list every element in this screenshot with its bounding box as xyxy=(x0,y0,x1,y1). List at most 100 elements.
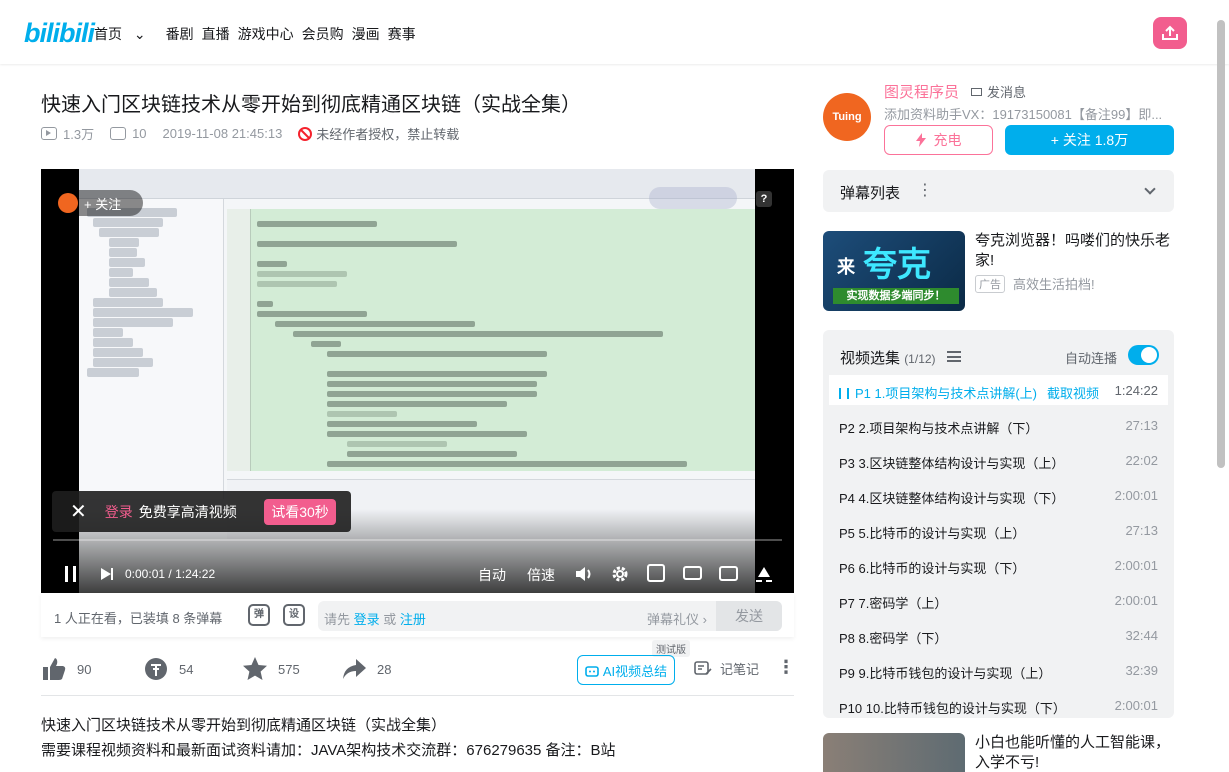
danmaku-list-label: 弹幕列表 xyxy=(840,185,901,202)
ad-tag: 广告 xyxy=(975,275,1005,293)
picture-in-picture-icon[interactable] xyxy=(647,564,665,582)
player-follow-button[interactable]: + 关注 xyxy=(55,190,143,216)
charge-button[interactable]: 充电 xyxy=(884,125,993,155)
send-danmaku-button[interactable]: 发送 xyxy=(716,601,782,631)
episode-item[interactable]: P3 3.区块链整体结构设计与实现（上） 22:02 xyxy=(829,445,1168,475)
nav-game-center[interactable]: 游戏中心 xyxy=(238,24,294,44)
episode-item[interactable]: P5 5.比特币的设计与实现（上） 27:13 xyxy=(829,515,1168,545)
ad-title[interactable]: 夸克浏览器！吗喽们的快乐老家! xyxy=(975,231,1174,271)
time-display: 0:00:01 / 1:24:22 xyxy=(125,567,216,581)
coin-button[interactable]: 54 xyxy=(143,656,193,682)
recommend-thumbnail[interactable] xyxy=(823,733,965,772)
follow-button[interactable]: + 关注 1.8万 xyxy=(1005,125,1174,155)
favorite-button[interactable]: 575 xyxy=(242,656,300,682)
danmaku-list-menu-icon[interactable]: ⋮ xyxy=(917,180,933,200)
episode-item[interactable]: P6 6.比特币的设计与实现（下） 2:00:01 xyxy=(829,550,1168,580)
view-count: 1.3万 xyxy=(63,127,95,142)
close-icon[interactable]: ✕ xyxy=(70,499,87,524)
list-view-icon[interactable] xyxy=(947,351,961,362)
thumbs-up-icon xyxy=(43,658,66,680)
danmaku-register-link[interactable]: 注册 xyxy=(400,612,426,627)
nav-manga[interactable]: 漫画 xyxy=(352,24,380,44)
playing-indicator-icon xyxy=(839,388,849,399)
trial-30s-button[interactable]: 试看30秒 xyxy=(264,499,336,525)
uploader-mini-avatar xyxy=(58,193,78,213)
viewer-info: 1 人正在看，已装填 8 条弹幕 xyxy=(54,611,223,626)
danmaku-count: 10 xyxy=(132,126,147,141)
ai-summary-button[interactable]: AI视频总结 xyxy=(577,655,675,685)
danmaku-login-link[interactable]: 登录 xyxy=(354,612,380,627)
danmaku-input[interactable]: 请先 登录 或 注册 弹幕礼仪 › 发送 xyxy=(318,601,782,631)
volume-icon[interactable] xyxy=(575,566,593,582)
nav-mall[interactable]: 会员购 xyxy=(302,24,344,44)
autoplay-label: 自动连播 xyxy=(1065,351,1118,366)
ad-thumbnail[interactable]: 来 夸克 实现数据多端同步！ xyxy=(823,231,965,311)
recommend-title[interactable]: 小白也能听懂的人工智能课，入学不亏! xyxy=(975,733,1174,772)
star-icon xyxy=(243,657,267,680)
no-repost-icon xyxy=(298,126,313,141)
quality-button[interactable]: 自动 xyxy=(478,565,506,585)
episode-item[interactable]: P2 2.项目架构与技术点讲解（下） 27:13 xyxy=(829,410,1168,440)
more-options-icon[interactable]: ⋮ xyxy=(777,657,795,678)
widescreen-icon[interactable] xyxy=(683,566,702,580)
robot-icon xyxy=(585,665,599,677)
episode-item[interactable]: P8 8.密码学（下） 32:44 xyxy=(829,620,1168,650)
chevron-down-icon[interactable] xyxy=(1144,183,1156,195)
episode-item-active[interactable]: P1 1.项目架构与技术点讲解(上) 截取视频 1:24:22 xyxy=(829,375,1168,405)
settings-gear-icon[interactable] xyxy=(611,565,629,583)
note-icon xyxy=(694,661,712,675)
coin-count: 54 xyxy=(179,661,194,677)
description-line-1: 快速入门区块链技术从零开始到彻底精通区块链（实战全集） xyxy=(41,717,447,734)
autoplay-toggle[interactable] xyxy=(1128,345,1159,365)
page-scrollbar[interactable] xyxy=(1217,20,1225,468)
like-count: 90 xyxy=(77,661,92,677)
episode-item[interactable]: P4 4.区块链整体结构设计与实现（下） 2:00:01 xyxy=(829,480,1168,510)
nav-anime[interactable]: 番剧 xyxy=(166,24,194,44)
pause-icon[interactable] xyxy=(65,566,77,582)
uploader-name[interactable]: 图灵程序员 xyxy=(884,81,959,102)
progress-bar[interactable] xyxy=(53,539,782,541)
login-tip-bar: ✕ 登录 免费享高清视频 试看30秒 xyxy=(52,491,351,532)
video-player[interactable]: + 关注 ? 0:00:01 / 1:24:22 自动 倍速 ✕ 登录 免费享高… xyxy=(41,169,794,593)
episode-item[interactable]: P7 7.密码学（上） 2:00:01 xyxy=(829,585,1168,615)
web-fullscreen-icon[interactable] xyxy=(719,566,738,581)
ad-subtitle: 高效生活拍档! xyxy=(1013,277,1095,292)
episode-item[interactable]: P10 10.比特币钱包的设计与实现（下） 2:00:01 xyxy=(829,690,1168,718)
top-header: bilibili 首页 ⌄ 番剧 直播 游戏中心 会员购 漫画 赛事 xyxy=(0,0,1229,64)
clip-video-link[interactable]: 截取视频 xyxy=(1047,386,1099,401)
danmaku-toggle-icon[interactable]: 弹 xyxy=(248,604,270,626)
login-link[interactable]: 登录 xyxy=(105,502,133,522)
episode-item[interactable]: P9 9.比特币钱包的设计与实现（上） 32:39 xyxy=(829,655,1168,685)
speed-button[interactable]: 倍速 xyxy=(527,565,555,585)
upload-button[interactable] xyxy=(1153,17,1187,49)
note-button[interactable]: 记笔记 xyxy=(694,659,759,678)
uploader-avatar[interactable]: Tuing xyxy=(823,93,871,141)
danmaku-settings-icon[interactable]: 设 xyxy=(283,604,305,626)
upload-icon xyxy=(1162,25,1178,40)
video-meta: 1.3万 10 2019-11-08 21:45:13 未经作者授权，禁止转载 xyxy=(41,124,475,143)
nav-home[interactable]: 首页 ⌄ xyxy=(94,24,146,44)
envelope-icon xyxy=(971,87,982,96)
episode-list: 视频选集 (1/12) 自动连播 P1 1.项目架构与技术点讲解(上) 截取视频 … xyxy=(823,330,1174,718)
nav-live[interactable]: 直播 xyxy=(202,24,230,44)
coin-icon xyxy=(145,658,167,680)
fullscreen-icon[interactable] xyxy=(754,565,774,583)
send-message-link[interactable]: 发消息 xyxy=(971,82,1026,101)
danmaku-etiquette-link[interactable]: 弹幕礼仪 › xyxy=(647,609,707,628)
share-button[interactable]: 28 xyxy=(341,656,391,682)
top-nav: 首页 ⌄ 番剧 直播 游戏中心 会员购 漫画 赛事 xyxy=(94,24,424,44)
lightning-icon xyxy=(915,133,926,147)
action-toolbar: 90 54 575 28 测试版 AI视频总结 记笔记 ⋮ xyxy=(41,640,795,690)
ide-code-editor xyxy=(227,209,755,471)
share-arrow-icon xyxy=(343,659,366,679)
help-icon[interactable]: ? xyxy=(756,191,772,207)
favorite-count: 575 xyxy=(278,661,300,677)
login-tip-text: 免费享高清视频 xyxy=(138,503,237,520)
like-button[interactable]: 90 xyxy=(41,656,91,682)
toolbar-divider xyxy=(41,695,794,696)
danmaku-list-panel[interactable]: 弹幕列表 ⋮ xyxy=(823,170,1174,212)
next-episode-icon[interactable] xyxy=(101,568,113,580)
ide-package-explorer xyxy=(79,199,224,499)
nav-esports[interactable]: 赛事 xyxy=(388,24,416,44)
bilibili-logo[interactable]: bilibili xyxy=(24,18,95,49)
